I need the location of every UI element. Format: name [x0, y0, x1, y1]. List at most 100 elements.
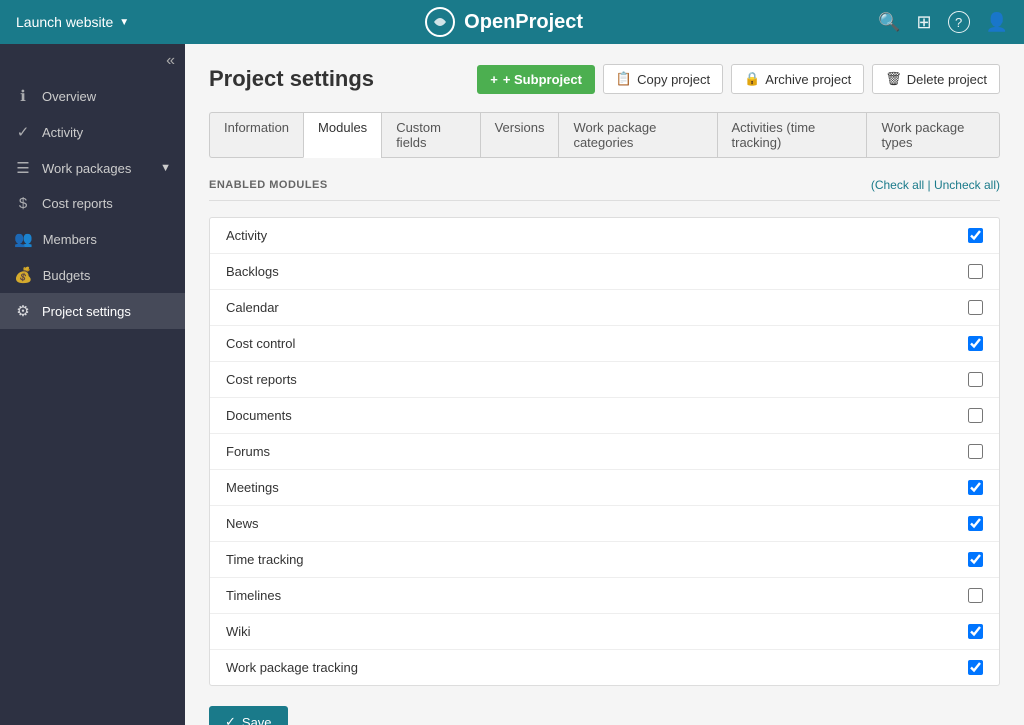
module-checkbox-time-tracking[interactable]: [968, 552, 983, 567]
user-icon[interactable]: 👤: [986, 12, 1008, 33]
delete-icon: 🗑: [885, 71, 902, 87]
module-checkbox-calendar[interactable]: [968, 300, 983, 315]
check-all-link[interactable]: Check all: [875, 178, 924, 192]
module-checkbox-timelines[interactable]: [968, 588, 983, 603]
module-label-wiki: Wiki: [226, 624, 956, 639]
module-item-timelines: Timelines: [210, 578, 999, 614]
check-uncheck-links: (Check all | Uncheck all): [871, 178, 1000, 192]
module-checkbox-forums[interactable]: [968, 444, 983, 459]
delete-project-button[interactable]: 🗑 Delete project: [872, 64, 1000, 94]
cost-reports-icon: $: [14, 195, 32, 212]
tab-work-package-types[interactable]: Work package types: [866, 112, 1000, 158]
module-label-work-package-tracking: Work package tracking: [226, 660, 956, 675]
module-item-activity: Activity: [210, 218, 999, 254]
save-check-icon: ✓: [225, 714, 236, 725]
module-checkbox-meetings[interactable]: [968, 480, 983, 495]
module-label-calendar: Calendar: [226, 300, 956, 315]
sidebar-collapse-button[interactable]: «: [0, 44, 185, 78]
save-label: Save: [242, 715, 272, 725]
module-label-time-tracking: Time tracking: [226, 552, 956, 567]
sidebar-item-label: Project settings: [42, 304, 131, 319]
module-checkbox-wiki[interactable]: [968, 624, 983, 639]
module-label-cost-reports: Cost reports: [226, 372, 956, 387]
module-item-cost-control: Cost control: [210, 326, 999, 362]
activity-icon: ✓: [14, 123, 32, 141]
launch-website-button[interactable]: Launch website ▼: [16, 14, 129, 30]
sidebar-item-members[interactable]: 👥 Members: [0, 221, 185, 257]
module-item-meetings: Meetings: [210, 470, 999, 506]
module-list: Activity Backlogs Calendar Cost control Cost…: [209, 217, 1000, 686]
module-item-calendar: Calendar: [210, 290, 999, 326]
launch-dropdown-icon: ▼: [119, 17, 129, 28]
module-checkbox-work-package-tracking[interactable]: [968, 660, 983, 675]
top-navigation: Launch website ▼ OpenProject 🔍 ⊞ ? 👤: [0, 0, 1024, 44]
module-label-meetings: Meetings: [226, 480, 956, 495]
subproject-label: + Subproject: [503, 72, 582, 87]
tab-modules[interactable]: Modules: [303, 112, 381, 158]
sidebar-item-activity[interactable]: ✓ Activity: [0, 114, 185, 150]
module-checkbox-documents[interactable]: [968, 408, 983, 423]
module-checkbox-backlogs[interactable]: [968, 264, 983, 279]
main-layout: « ℹ Overview ✓ Activity ☰ Work packages …: [0, 44, 1024, 725]
top-nav-actions: 🔍 ⊞ ? 👤: [878, 11, 1008, 33]
copy-icon: 📋: [616, 71, 632, 87]
module-label-backlogs: Backlogs: [226, 264, 956, 279]
work-packages-expand-icon: ▼: [160, 162, 171, 174]
header-actions: + + Subproject 📋 Copy project 🔒 Archive …: [477, 64, 1000, 94]
budgets-icon: 💰: [14, 266, 33, 284]
modules-section-title: ENABLED MODULES: [209, 179, 328, 191]
help-icon[interactable]: ?: [948, 11, 970, 33]
save-button[interactable]: ✓ Save: [209, 706, 288, 725]
module-item-work-package-tracking: Work package tracking: [210, 650, 999, 685]
module-label-cost-control: Cost control: [226, 336, 956, 351]
members-icon: 👥: [14, 230, 33, 248]
launch-website-label: Launch website: [16, 14, 113, 30]
subproject-plus-icon: +: [490, 72, 498, 87]
modules-header: ENABLED MODULES (Check all | Uncheck all…: [209, 178, 1000, 201]
search-icon[interactable]: 🔍: [878, 12, 900, 33]
module-checkbox-activity[interactable]: [968, 228, 983, 243]
module-label-documents: Documents: [226, 408, 956, 423]
archive-icon: 🔒: [744, 71, 760, 87]
grid-icon[interactable]: ⊞: [916, 12, 931, 33]
tab-information[interactable]: Information: [209, 112, 303, 158]
tab-versions[interactable]: Versions: [480, 112, 559, 158]
tab-activities-time-tracking[interactable]: Activities (time tracking): [717, 112, 867, 158]
copy-label: Copy project: [637, 72, 710, 87]
work-packages-icon: ☰: [14, 159, 32, 177]
save-section: ✓ Save: [209, 706, 1000, 725]
module-item-time-tracking: Time tracking: [210, 542, 999, 578]
copy-project-button[interactable]: 📋 Copy project: [603, 64, 723, 94]
module-checkbox-cost-reports[interactable]: [968, 372, 983, 387]
archive-label: Archive project: [765, 72, 851, 87]
sidebar-item-cost-reports[interactable]: $ Cost reports: [0, 186, 185, 221]
module-checkbox-cost-control[interactable]: [968, 336, 983, 351]
sidebar: « ℹ Overview ✓ Activity ☰ Work packages …: [0, 44, 185, 725]
logo-text: OpenProject: [464, 11, 583, 34]
archive-project-button[interactable]: 🔒 Archive project: [731, 64, 864, 94]
tab-work-package-categories[interactable]: Work package categories: [558, 112, 716, 158]
sidebar-item-label: Activity: [42, 125, 83, 140]
page-title: Project settings: [209, 66, 374, 92]
sidebar-item-project-settings[interactable]: ⚙ Project settings: [0, 293, 185, 329]
main-content: Project settings + + Subproject 📋 Copy p…: [185, 44, 1024, 725]
module-label-news: News: [226, 516, 956, 531]
tab-custom-fields[interactable]: Custom fields: [381, 112, 479, 158]
subproject-button[interactable]: + + Subproject: [477, 65, 595, 94]
sidebar-item-label: Members: [43, 232, 97, 247]
module-item-backlogs: Backlogs: [210, 254, 999, 290]
settings-tabs: Information Modules Custom fields Versio…: [209, 112, 1000, 158]
delete-label: Delete project: [907, 72, 987, 87]
module-checkbox-news[interactable]: [968, 516, 983, 531]
sidebar-item-label: Cost reports: [42, 196, 113, 211]
sidebar-item-label: Work packages: [42, 161, 131, 176]
module-item-documents: Documents: [210, 398, 999, 434]
module-item-wiki: Wiki: [210, 614, 999, 650]
sidebar-item-budgets[interactable]: 💰 Budgets: [0, 257, 185, 293]
module-item-cost-reports: Cost reports: [210, 362, 999, 398]
sidebar-item-overview[interactable]: ℹ Overview: [0, 78, 185, 114]
overview-icon: ℹ: [14, 87, 32, 105]
module-item-news: News: [210, 506, 999, 542]
sidebar-item-work-packages[interactable]: ☰ Work packages ▼: [0, 150, 185, 186]
uncheck-all-link[interactable]: Uncheck all: [934, 178, 996, 192]
